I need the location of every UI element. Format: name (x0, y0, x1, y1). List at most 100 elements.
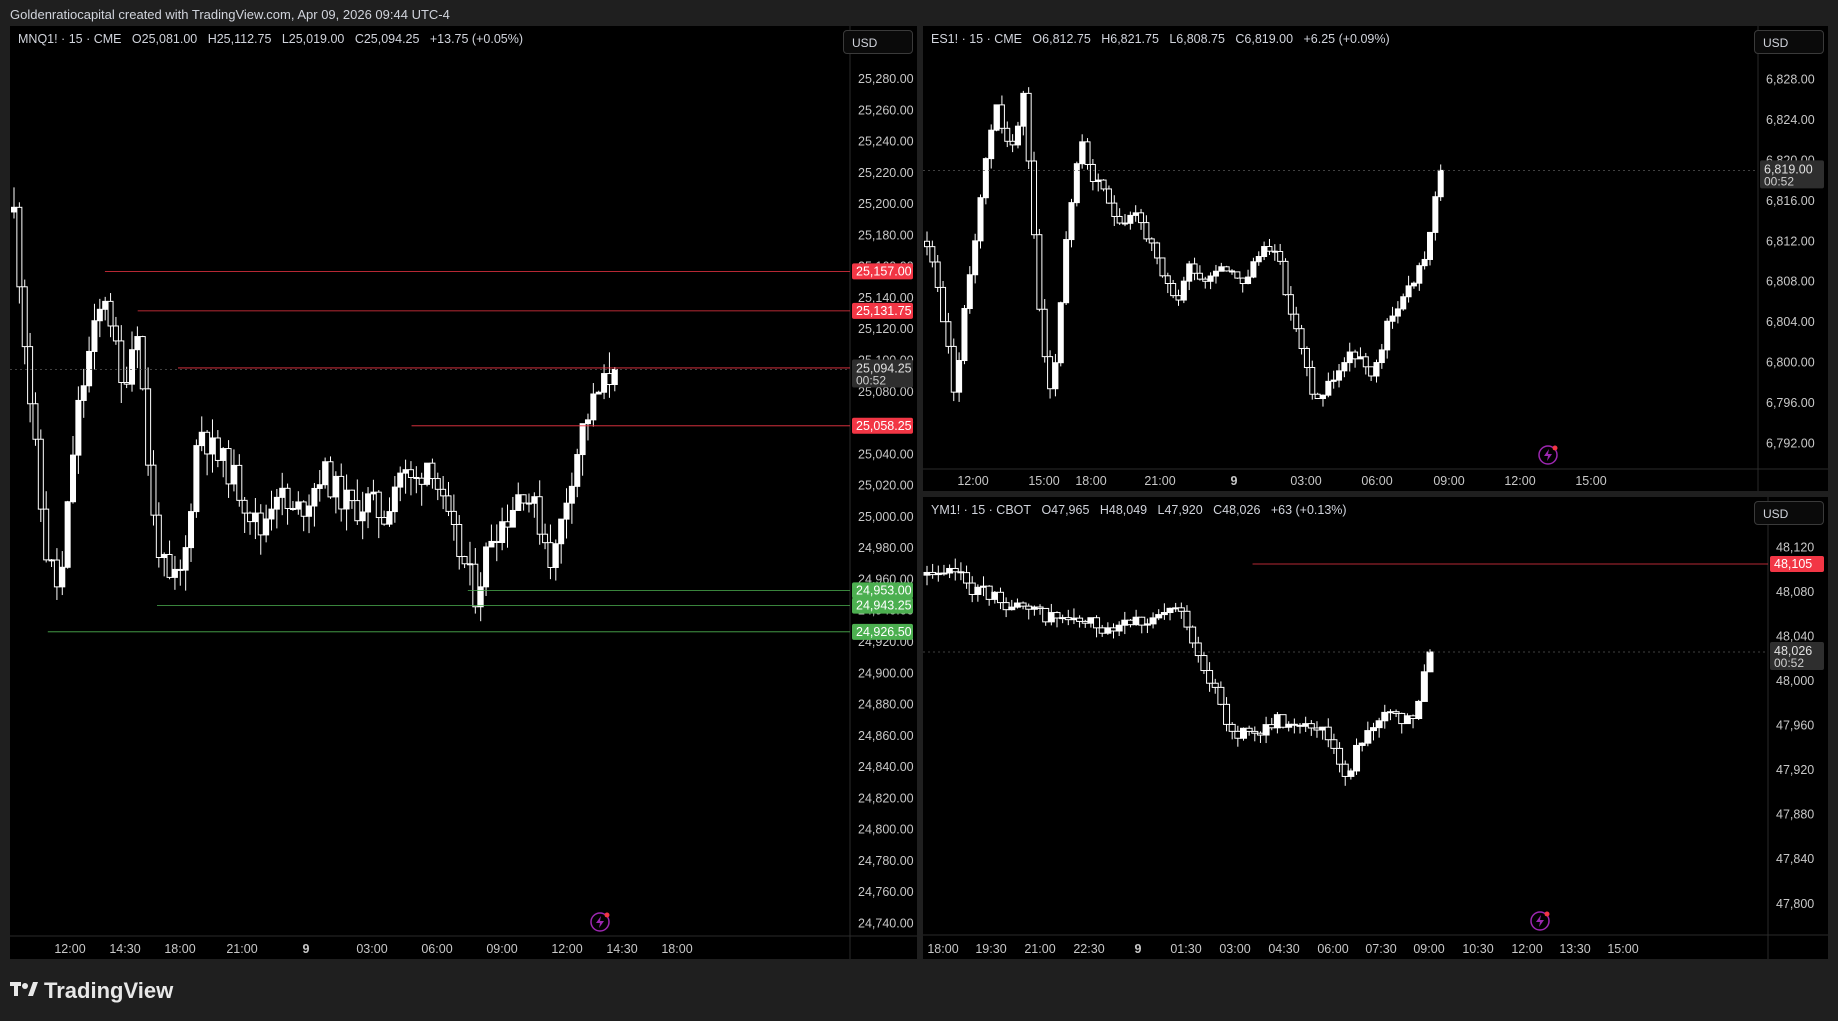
y-tick-label: 48,040 (1776, 629, 1814, 643)
ohlc-open: O6,812.75 (1032, 32, 1091, 46)
candle-up (956, 360, 963, 393)
candle-down (1228, 723, 1236, 732)
chart-ym[interactable]: 48,120 48,080 48,040 48,000 47,960 47,920 47,8… (923, 497, 1828, 959)
candle-down (957, 571, 965, 574)
candle-up (1357, 356, 1364, 360)
tradingview-logo[interactable]: TradingView (10, 978, 173, 1004)
candle-down (434, 478, 441, 490)
y-tick-label: 48,000 (1776, 674, 1814, 688)
candle-up (386, 511, 393, 525)
chart-mnq[interactable]: 25,280.00 25,260.00 25,240.00 25,220.00 25,2… (10, 26, 917, 959)
candle-up (1403, 715, 1411, 725)
candle-down (606, 373, 613, 386)
chart-panel-mnq[interactable]: 25,280.00 25,260.00 25,240.00 25,220.00 25,2… (10, 26, 917, 959)
candle-up (1416, 265, 1423, 284)
candle-down (456, 523, 463, 558)
ohlc-close: C6,819.00 (1235, 32, 1294, 46)
ohlc-high: H6,821.75 (1101, 32, 1159, 46)
candle-up (263, 518, 270, 536)
currency-button[interactable]: USD (1754, 30, 1824, 54)
y-tick-label: 47,880 (1776, 808, 1814, 822)
y-tick-label: 25,020.00 (858, 479, 914, 493)
candle-down (924, 240, 930, 248)
candle-down (1110, 627, 1118, 632)
candle-up (1346, 351, 1353, 364)
candle-down (1245, 727, 1253, 732)
currency-button[interactable]: USD (843, 30, 913, 54)
chart-panel-es[interactable]: 6,828.00 6,824.00 6,820.00 6,816.00 6,812.00… (923, 26, 1828, 491)
candle-down (53, 559, 60, 588)
candle-down (1314, 393, 1321, 400)
attribution-text: Goldenratiocapital created with TradingV… (10, 7, 450, 22)
candle-up (940, 572, 948, 575)
candle-up (1369, 727, 1377, 732)
candle-down (1036, 606, 1044, 609)
candle-down (1191, 263, 1198, 274)
x-tick-label: 19:30 (975, 942, 1006, 956)
candle-up (306, 505, 313, 517)
x-tick-label: 14:30 (606, 942, 637, 956)
x-tick-label: 9 (303, 942, 310, 956)
y-tick-label: 6,828.00 (1766, 72, 1815, 86)
candle-down (1189, 626, 1197, 644)
candle-up (311, 487, 318, 507)
candle-up (568, 485, 575, 504)
candle-down (945, 321, 952, 347)
candle-down (145, 388, 152, 466)
x-tick-label: 12:00 (1504, 474, 1535, 488)
lightning-icon-dot (1544, 911, 1550, 917)
y-tick-label: 25,120.00 (858, 322, 914, 336)
candle-up (86, 350, 93, 387)
brand-label: TradingView (44, 978, 174, 1003)
candle-down (1277, 251, 1284, 262)
candle-up (1057, 302, 1064, 364)
candle-up (934, 572, 942, 576)
candle-up (558, 518, 565, 545)
candle-down (1290, 723, 1298, 726)
x-tick-label: 21:00 (1144, 474, 1175, 488)
support-level-label: 24,926.50 (856, 625, 912, 639)
y-tick-label: 25,180.00 (858, 228, 914, 242)
candle-down (466, 563, 473, 566)
candle-up (1420, 671, 1428, 702)
candle-down (1041, 308, 1048, 358)
candle-down (998, 104, 1005, 129)
candle-down (381, 517, 388, 525)
currency-button[interactable]: USD (1754, 501, 1824, 525)
candle-down (1196, 272, 1203, 280)
chart-es[interactable]: 6,828.006,824.006,820.006,816.006,812.00… (923, 26, 1828, 491)
candle-down (472, 563, 479, 608)
candle-up (1070, 617, 1078, 621)
candle-up (1245, 276, 1252, 285)
candle-down (1100, 179, 1107, 190)
y-tick-label: 6,812.00 (1766, 234, 1815, 248)
candle-down (445, 495, 452, 512)
candle-up (198, 431, 205, 447)
candle-down (354, 500, 361, 522)
candle-down (1031, 160, 1038, 236)
candle-down (1256, 732, 1264, 736)
y-tick-label: 25,280.00 (858, 72, 914, 86)
candle-up (1336, 370, 1343, 381)
candle-up (1394, 308, 1401, 317)
candle-down (257, 512, 264, 536)
candle-up (1285, 723, 1293, 728)
chart-panel-ym[interactable]: 48,120 48,080 48,040 48,000 47,960 47,920 47,8… (923, 497, 1828, 959)
candle-up (1143, 623, 1151, 626)
candle-down (1042, 607, 1050, 623)
candle-up (1384, 320, 1391, 351)
x-tick-label: 10:30 (1462, 942, 1493, 956)
candle-up (1375, 720, 1383, 729)
candle-down (996, 591, 1004, 604)
candle-up (972, 240, 979, 276)
countdown-label: 00:52 (1774, 656, 1804, 670)
candle-up (1262, 724, 1270, 736)
candle-down (300, 501, 307, 517)
candle-up (1432, 196, 1439, 233)
x-tick-label: 04:30 (1268, 942, 1299, 956)
y-tick-label: 24,860.00 (858, 729, 914, 743)
countdown-label: 00:52 (856, 374, 886, 388)
lightning-icon (1538, 445, 1558, 465)
candle-down (1105, 188, 1112, 204)
lightning-icon (1530, 911, 1550, 931)
